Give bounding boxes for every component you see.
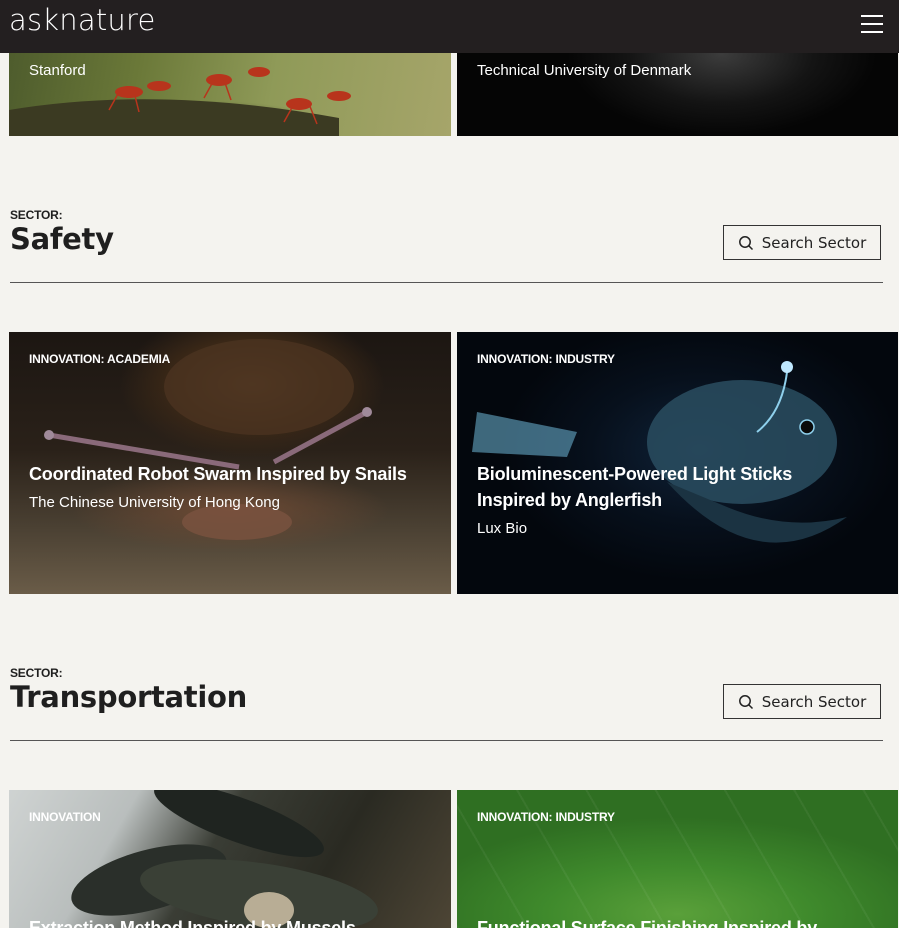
section-divider <box>10 282 883 283</box>
top-navigation-bar: asknature <box>0 0 899 53</box>
card-org: The Chinese University of Hong Kong <box>29 494 280 511</box>
innovation-tag: INNOVATION <box>29 810 101 824</box>
card-anglerfish-light-sticks[interactable]: INNOVATION: INDUSTRY Bioluminescent-Powe… <box>457 332 898 594</box>
sector-title-transportation: Transportation <box>10 680 247 714</box>
card-org: Lux Bio <box>477 520 528 537</box>
innovation-tag: INNOVATION: INDUSTRY <box>477 810 615 824</box>
sector-label: SECTOR: <box>10 666 63 680</box>
card-org: Technical University of Denmark <box>477 62 692 79</box>
search-sector-label: Search Sector <box>761 233 867 252</box>
card-title: Coordinated Robot Swarm Inspired by Snai… <box>29 464 407 484</box>
card-title: Extraction Method Inspired by Mussels <box>29 918 356 928</box>
hamburger-menu-icon <box>861 15 883 17</box>
hamburger-line <box>861 31 883 33</box>
card-title: Bioluminescent-Powered Light Sticks Insp… <box>477 464 793 510</box>
innovation-tag: INNOVATION: ACADEMIA <box>29 352 171 366</box>
hamburger-line <box>861 23 883 25</box>
search-icon <box>738 694 753 709</box>
card-mussels[interactable]: INNOVATION Extraction Method Inspired by… <box>9 790 451 928</box>
card-snail-robot-swarm[interactable]: INNOVATION: ACADEMIA Coordinated Robot S… <box>9 332 451 594</box>
hamburger-menu-button[interactable] <box>857 10 887 38</box>
card-title: Functional Surface Finishing Inspired by… <box>477 918 831 928</box>
search-sector-label: Search Sector <box>761 692 867 711</box>
search-icon <box>738 235 753 250</box>
section-divider <box>10 740 883 741</box>
search-sector-button[interactable]: Search Sector <box>723 684 881 719</box>
asknature-logo[interactable]: asknature <box>9 3 156 37</box>
innovation-tag: INNOVATION: INDUSTRY <box>477 352 615 366</box>
card-lotus-leaf[interactable]: INNOVATION: INDUSTRY Functional Surface … <box>457 790 898 928</box>
card-org: Stanford <box>29 62 86 79</box>
sector-label: SECTOR: <box>10 208 63 222</box>
sector-title-safety: Safety <box>10 222 114 256</box>
search-sector-button[interactable]: Search Sector <box>723 225 881 260</box>
